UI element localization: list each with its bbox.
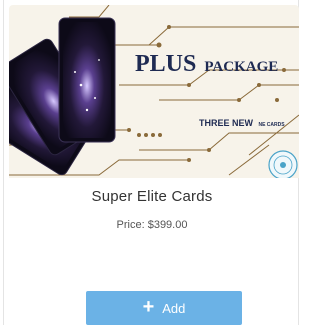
add-to-cart-button[interactable]: + Add xyxy=(86,291,242,325)
product-card: PLUS PACKAGE THREE NEW NE CARDS Super El… xyxy=(3,0,299,325)
product-title[interactable]: Super Elite Cards xyxy=(4,188,300,205)
banner-subheadline: THREE NEW xyxy=(199,118,254,128)
banner-subheadline-small: NE CARDS xyxy=(258,122,285,128)
price-value: $399.00 xyxy=(147,219,188,231)
add-button-label: Add xyxy=(162,300,186,316)
plus-icon: + xyxy=(142,296,155,318)
banner-headline: PLUS xyxy=(135,51,196,77)
product-image[interactable]: PLUS PACKAGE THREE NEW NE CARDS xyxy=(9,5,299,178)
banner-headline-small: PACKAGE xyxy=(204,59,278,75)
seal-icon xyxy=(268,150,298,178)
product-price: Price: $399.00 xyxy=(4,219,300,231)
price-label: Price: xyxy=(116,219,145,231)
